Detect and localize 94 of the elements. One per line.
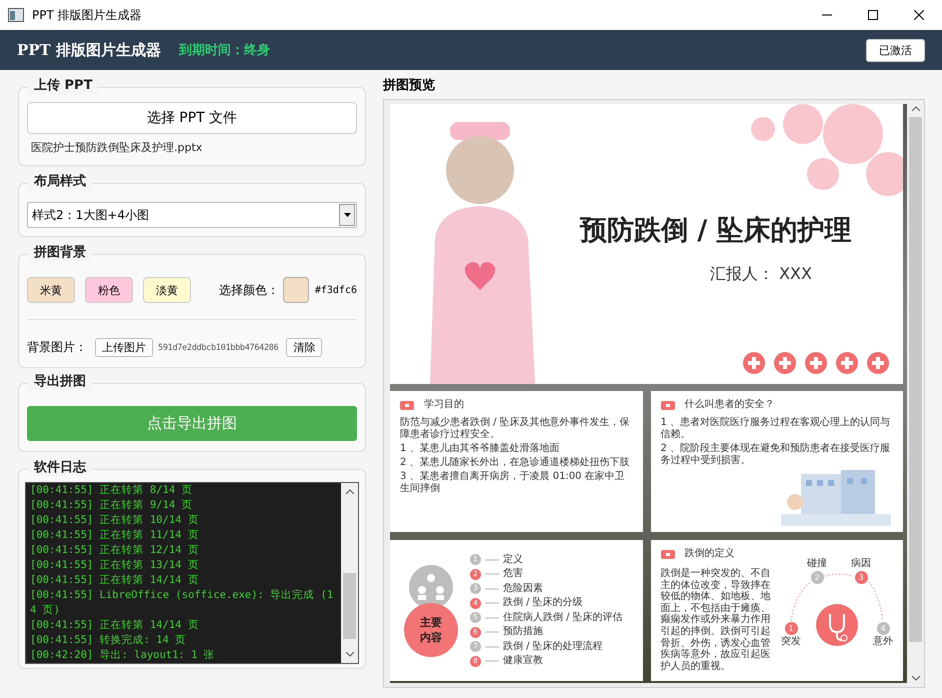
dropdown-caret-icon bbox=[344, 213, 350, 217]
connector-line-icon bbox=[485, 602, 499, 604]
slide-heading: 学习目的 bbox=[424, 399, 464, 411]
color-preset-button[interactable]: 淡黄 bbox=[143, 277, 191, 303]
cross-badge-icon bbox=[774, 352, 796, 374]
activation-button[interactable]: 已激活 bbox=[866, 38, 925, 62]
reporter-text: 汇报人： XXX bbox=[710, 264, 812, 285]
number-badge: 2 bbox=[810, 571, 824, 584]
scroll-down-icon bbox=[912, 676, 920, 681]
slide-list-item: 1 、患者对医院医疗服务过程在客观心理上的认同与信赖。 bbox=[660, 417, 892, 441]
number-badge: 3 bbox=[854, 571, 868, 584]
node-label: 病因 bbox=[851, 558, 871, 570]
group-title: 导出拼图 bbox=[28, 374, 92, 390]
slide-list-item: 2 、某患儿随家长外出，在急诊通道楼梯处扭伤下肢 bbox=[400, 457, 631, 469]
stethoscope-badge-icon bbox=[816, 604, 858, 646]
connector-line-icon bbox=[485, 588, 499, 590]
number-badge: 4 bbox=[876, 622, 890, 635]
connector-line-icon bbox=[485, 558, 499, 561]
contents-item: 预防措施 bbox=[503, 626, 543, 638]
choose-file-button[interactable]: 选择 PPT 文件 bbox=[27, 102, 357, 134]
app-icon bbox=[8, 8, 24, 22]
log-line: [00:41:55] LibreOffice (soffice.exe): 导出完成 (14 页) bbox=[30, 588, 334, 618]
log-line: [00:41:55] 正在转第 9/14 页 bbox=[30, 498, 194, 513]
scroll-up-icon bbox=[912, 106, 920, 111]
clear-button[interactable]: 清除 bbox=[286, 338, 322, 357]
slide-tag-icon bbox=[660, 400, 674, 410]
log-line: [00:41:55] 正在转第 14/14 页 bbox=[30, 618, 200, 633]
cross-badge-icon bbox=[743, 352, 765, 374]
connector-line-icon bbox=[485, 631, 499, 634]
contents-item: 住院病人跌倒 / 坠床的评估 bbox=[503, 612, 623, 624]
node-label: 碰撞 bbox=[807, 558, 827, 570]
slide-list-item: 2 、院阶段主要体现在避免和预防患者在接受医疗服务过程中受到损害。 bbox=[660, 443, 892, 467]
upload-image-button[interactable]: 上传图片 bbox=[95, 338, 153, 357]
group-title: 软件日志 bbox=[28, 460, 92, 476]
scroll-down-icon bbox=[346, 652, 354, 657]
layout-dropdown[interactable]: 样式2：1大图+4小图 bbox=[27, 202, 357, 228]
log-line: [00:41:55] 正在转第 10/14 页 bbox=[30, 513, 200, 528]
contents-item: 危害 bbox=[503, 568, 523, 580]
dotted-connector bbox=[790, 582, 812, 622]
node-label: 突发 bbox=[781, 636, 801, 648]
slide-title: 预防跌倒 / 坠床的护理 bbox=[580, 214, 852, 248]
dotted-connector bbox=[824, 574, 854, 576]
connector-line-icon bbox=[485, 573, 499, 576]
color-label: 选择颜色： bbox=[218, 282, 279, 298]
connector-line-icon bbox=[485, 660, 499, 662]
log-line: [00:41:55] 正在转第 12/14 页 bbox=[30, 543, 200, 558]
expiry-text: 到期时间：终身 bbox=[178, 42, 271, 59]
color-hex: #f3dfc6 bbox=[314, 284, 357, 296]
scrollbar-thumb[interactable] bbox=[909, 117, 922, 642]
color-preset-button[interactable]: 米黄 bbox=[27, 277, 75, 303]
slide-paragraph: 跌倒是一种突发的、不自主的体位改变，导致摔在较低的物体、如地板、地面上，不包括由于瘫痪、癫痫发作或外来暴力作用引起的摔倒。跌倒可引起骨折、外伤，诱发心血管疾病等意外，故应引起医护人员的重视。 bbox=[660, 568, 772, 672]
log-line: [00:41:55] 正在转第 13/14 页 bbox=[30, 558, 200, 573]
node-label: 意外 bbox=[873, 636, 893, 648]
cross-badge-icon bbox=[805, 352, 827, 374]
contents-item: 健康宣教 bbox=[503, 655, 543, 668]
window-title: PPT 排版图片生成器 bbox=[32, 6, 143, 24]
group-title: 上传 PPT bbox=[28, 78, 98, 94]
close-icon bbox=[914, 10, 924, 20]
contents-item: 跌倒 / 坠床的处理流程 bbox=[503, 640, 603, 653]
slide-list-item: 1 、某患儿由其爷爷膝盖处滑落地面 bbox=[400, 443, 561, 455]
cross-badge-icon bbox=[867, 352, 889, 374]
app-name: PPT 排版图片生成器 bbox=[17, 40, 161, 60]
background-image-label: 背景图片： bbox=[27, 339, 87, 356]
group-title: 拼图背景 bbox=[28, 245, 92, 261]
slide-tag-icon bbox=[400, 400, 414, 410]
contents-item: 危险因素 bbox=[503, 582, 543, 595]
file-name: 医院护士预防跌倒坠床及护理.pptx bbox=[31, 140, 204, 155]
cross-badge-icon bbox=[836, 352, 858, 374]
maximize-icon bbox=[868, 10, 878, 20]
color-swatch[interactable] bbox=[282, 277, 309, 303]
people-group-icon bbox=[409, 564, 453, 608]
log-line: [00:42:20] 导出: layout1: 1 张 bbox=[30, 648, 216, 663]
preview-title: 拼图预览 bbox=[383, 77, 436, 94]
contents-item: 定义 bbox=[503, 554, 523, 566]
slide-list-item: 3 、某患者擅自离开病房，于凌晨 01:00 在家中卫生间摔倒 bbox=[400, 471, 626, 495]
dotted-connector bbox=[868, 582, 884, 622]
number-badge: 1 bbox=[784, 622, 798, 635]
contents-badge: 主要内容 bbox=[404, 602, 458, 656]
log-line: [00:41:55] 转换完成: 14 页 bbox=[30, 633, 188, 648]
log-line: [00:41:55] 正在转第 8/14 页 bbox=[30, 483, 194, 498]
color-preset-button[interactable]: 粉色 bbox=[85, 277, 133, 303]
group-title: 布局样式 bbox=[28, 174, 92, 190]
image-file-name: 591d7e2ddbcb101bbb4764286 bbox=[158, 342, 278, 352]
contents-item: 跌倒 / 坠床的分级 bbox=[503, 597, 583, 610]
slide-paragraph: 防范与减少患者跌倒 / 坠床及其他意外事件发生，保障患者诊疗过程安全。 bbox=[400, 417, 631, 441]
slide-heading: 什么叫患者的安全？ bbox=[684, 399, 774, 411]
slide-heading: 跌倒的定义 bbox=[684, 548, 734, 560]
connector-line-icon bbox=[485, 646, 499, 648]
log-line: [00:41:55] 正在转第 11/14 页 bbox=[30, 528, 200, 543]
connector-line-icon bbox=[485, 616, 499, 619]
slide-tag-icon bbox=[660, 550, 674, 558]
scrollbar-thumb[interactable] bbox=[343, 573, 356, 639]
log-line: [00:41:55] 正在转第 14/14 页 bbox=[30, 573, 200, 588]
scroll-up-icon bbox=[346, 489, 354, 494]
